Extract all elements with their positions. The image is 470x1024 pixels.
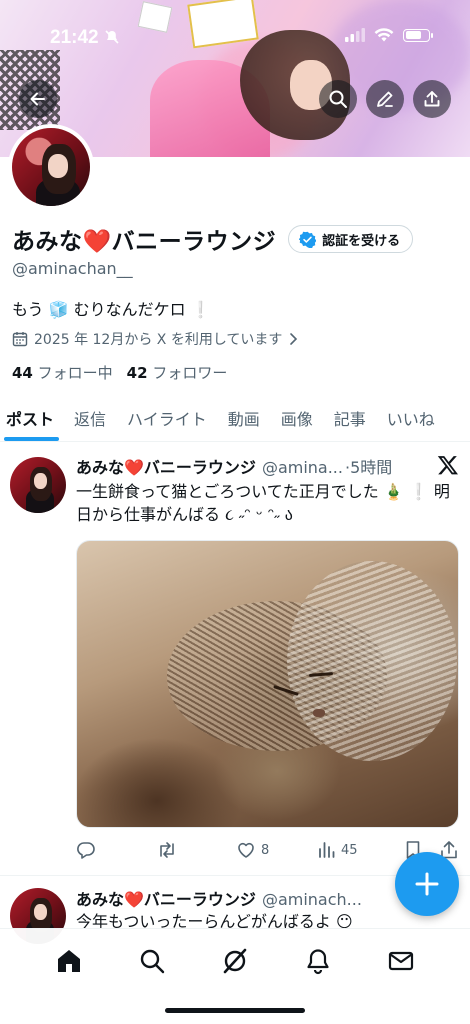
post-author-name[interactable]: あみな❤️バニーラウンジ: [76, 454, 256, 478]
profile-name-row: あみな❤️バニーラウンジ 認証を受ける: [12, 222, 414, 256]
chevron-right-icon: [290, 333, 298, 345]
tab-images[interactable]: 画像: [274, 400, 320, 441]
status-time: 21:42: [50, 27, 99, 48]
profile-tabs: ポスト 返信 ハイライト 動画 画像 記事 いいね: [0, 400, 470, 442]
tab-videos[interactable]: 動画: [221, 400, 267, 441]
wifi-icon: [374, 28, 394, 42]
nav-notifications[interactable]: [300, 943, 336, 979]
followers-count: 42: [126, 364, 148, 382]
view-count: 45: [341, 842, 358, 858]
post-time[interactable]: ·5時間: [345, 454, 392, 478]
tab-articles[interactable]: 記事: [327, 400, 373, 441]
repost-button[interactable]: [156, 840, 236, 860]
back-button[interactable]: [19, 80, 57, 118]
nav-home[interactable]: [51, 943, 87, 979]
followers-link[interactable]: 42 フォロワー: [127, 362, 228, 383]
joined-label: 2025 年 12月から X を利用しています: [34, 332, 283, 348]
grok-icon: [223, 948, 247, 974]
profile-avatar[interactable]: [8, 124, 94, 210]
post-author-handle: @aminach...: [261, 890, 362, 909]
following-label: フォロー中: [37, 364, 113, 382]
reply-icon: [77, 842, 95, 859]
back-arrow-icon: [30, 92, 45, 106]
post-author-name[interactable]: あみな❤️バニーラウンジ: [76, 886, 256, 910]
silent-bell-icon: [105, 30, 119, 44]
joined-date[interactable]: 2025 年 12月から X を利用しています: [12, 329, 298, 349]
edit-icon: [377, 91, 393, 107]
bell-icon: [307, 949, 329, 975]
profile-handle: @aminachan__: [12, 259, 133, 278]
followers-label: フォロワー: [152, 364, 228, 382]
views-button[interactable]: 45: [318, 841, 404, 859]
home-indicator: [165, 1008, 305, 1013]
post-header: あみな❤️バニーラウンジ @amina... ·5時間: [76, 454, 392, 478]
reply-button[interactable]: [76, 840, 156, 860]
verified-badge-icon: [299, 231, 317, 248]
search-icon: [140, 949, 165, 974]
heart-icon: [238, 842, 254, 858]
edit-button[interactable]: [366, 80, 404, 118]
tab-highlights[interactable]: ハイライト: [120, 400, 214, 441]
home-icon: [58, 950, 81, 972]
following-count: 44: [12, 364, 33, 382]
mail-icon: [388, 951, 413, 971]
get-verified-label: 認証を受ける: [322, 233, 401, 249]
post-author-handle: @amina...: [261, 458, 343, 477]
nav-grok[interactable]: [217, 943, 253, 979]
profile-bio: もう 🧊 むりなんだケロ ❕: [12, 300, 211, 319]
tab-replies[interactable]: 返信: [67, 400, 113, 441]
display-name: あみな❤️バニーラウンジ: [12, 229, 277, 255]
cellular-icon: [345, 28, 365, 42]
post-header: あみな❤️バニーラウンジ @aminach...: [76, 886, 362, 910]
search-icon: [329, 90, 347, 108]
post-image-cat[interactable]: [76, 540, 459, 828]
views-icon: [319, 842, 335, 858]
following-link[interactable]: 44 フォロー中: [12, 362, 113, 383]
compose-button[interactable]: [395, 852, 459, 916]
calendar-icon: [12, 332, 28, 347]
tab-posts[interactable]: ポスト: [0, 400, 61, 441]
share-button[interactable]: [413, 80, 451, 118]
get-verified-button[interactable]: 認証を受ける: [288, 225, 414, 253]
follow-stats: 44 フォロー中 42 フォロワー: [12, 362, 227, 383]
search-button[interactable]: [319, 80, 357, 118]
plus-icon: [415, 872, 439, 896]
tab-likes[interactable]: いいね: [380, 400, 442, 441]
like-count: 8: [261, 842, 270, 858]
nav-search[interactable]: [134, 943, 170, 979]
nav-messages[interactable]: [383, 943, 419, 979]
post-text: 一生餅食って猫とごろついてた正月でした 🎍 ❕ 明日から仕事がんばる ૮ ˶ᵔ …: [76, 482, 450, 524]
post-author-avatar[interactable]: [10, 457, 66, 513]
share-icon: [424, 91, 440, 107]
like-button[interactable]: 8: [236, 840, 318, 860]
x-logo-icon: [437, 456, 458, 475]
battery-icon: [403, 28, 433, 42]
repost-icon: [160, 842, 174, 858]
banner-decor: [137, 1, 173, 33]
